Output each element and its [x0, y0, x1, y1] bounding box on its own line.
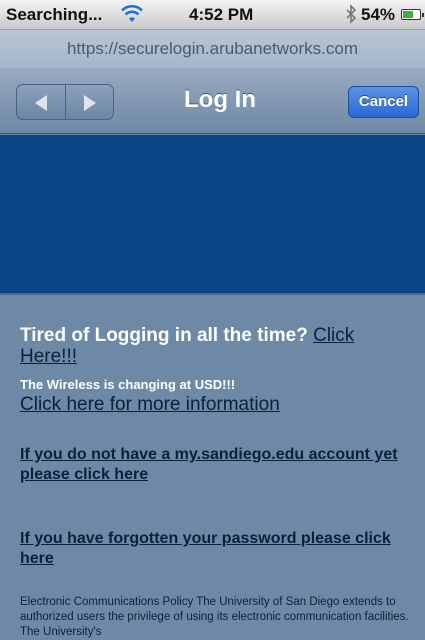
login-content: Tired of Logging in all the time? Click … [0, 293, 425, 640]
navigation-bar: Log In Cancel [0, 68, 425, 134]
back-button[interactable] [17, 85, 66, 119]
more-info-link[interactable]: Click here for more information [20, 394, 410, 416]
wifi-icon [121, 5, 143, 22]
forward-button[interactable] [66, 85, 113, 119]
wireless-notice: The Wireless is changing at USD!!! [20, 377, 236, 392]
carrier-status: Searching... [6, 5, 103, 24]
battery-percentage: 54% [361, 5, 396, 24]
cancel-button[interactable]: Cancel [348, 86, 419, 118]
bluetooth-icon [346, 4, 357, 24]
clock: 4:52 PM [189, 5, 254, 24]
create-account-link[interactable]: If you do not have a my.sandiego.edu acc… [20, 445, 410, 485]
header-banner [0, 135, 425, 293]
auto-login-text: Tired of Logging in all the time? [20, 325, 308, 346]
page-title: Log In [184, 86, 256, 113]
back-arrow-icon [35, 95, 47, 111]
battery-level-fill [403, 11, 413, 18]
auto-login-prompt: Tired of Logging in all the time? Click … [20, 325, 415, 367]
policy-text: Electronic Communications Policy The Uni… [20, 596, 409, 638]
url-bar[interactable]: https://securelogin.arubanetworks.com [0, 30, 425, 68]
status-bar: Searching... 4:52 PM 54% [0, 0, 425, 30]
forgot-password-link[interactable]: If you have forgotten your password plea… [20, 529, 415, 569]
forward-arrow-icon [84, 95, 96, 111]
battery-icon [401, 9, 424, 20]
back-forward-control [16, 84, 114, 120]
